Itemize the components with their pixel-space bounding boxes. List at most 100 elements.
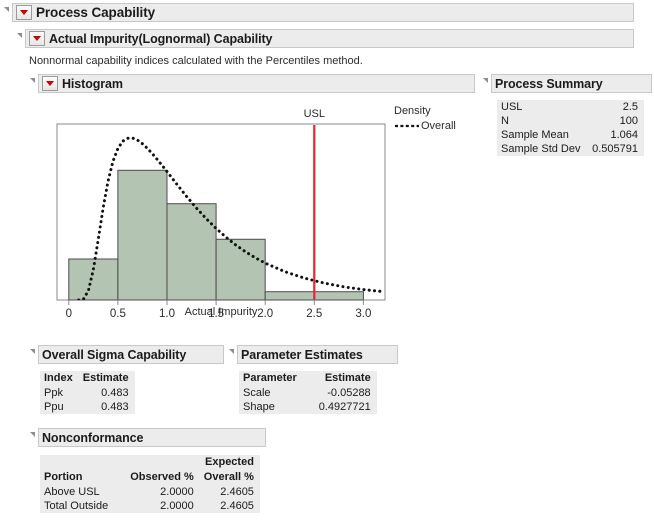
outline-row-histogram[interactable]: Histogram xyxy=(30,74,475,93)
parameter-estimates-title: Parameter Estimates xyxy=(241,347,363,362)
table-row: Scale -0.05288 xyxy=(239,386,377,400)
nonconformance-body: Above USL 2.0000 2.4605 Total Outside 2.… xyxy=(40,485,260,513)
legend-dotted-line-icon xyxy=(395,124,419,128)
legend-label: Overall xyxy=(421,120,456,132)
column-header-observed: Observed % xyxy=(114,470,200,485)
histogram-title: Histogram xyxy=(62,76,123,91)
nonconformance-header-bar[interactable]: Nonconformance xyxy=(38,428,266,447)
estimate-cell: 0.4927721 xyxy=(302,400,377,414)
parameter-cell: Shape xyxy=(239,400,303,414)
outline-row-actual-impurity[interactable]: Actual Impurity(Lognormal) Capability xyxy=(17,29,650,48)
column-header-estimate: Estimate xyxy=(78,371,135,386)
column-header-index: Index xyxy=(40,371,79,386)
legend-entry-overall: Overall xyxy=(394,120,456,132)
process-summary-value: 100 xyxy=(587,114,644,128)
column-header-expected: Expected xyxy=(199,455,260,470)
histogram-bar[interactable] xyxy=(264,291,315,301)
disclosure-triangle-icon[interactable] xyxy=(17,32,22,43)
nonconformance-title: Nonconformance xyxy=(42,430,144,445)
overall-sigma-body: Ppk 0.483 Ppu 0.483 xyxy=(40,386,135,414)
expected-overall-cell: 2.4605 xyxy=(199,485,260,499)
overall-sigma-title: Overall Sigma Capability xyxy=(42,347,187,362)
histogram-header-bar[interactable]: Histogram xyxy=(38,74,475,93)
nonconformance-head: Expected Portion Observed % Overall % xyxy=(40,455,260,485)
outline-row-process-summary[interactable]: Process Summary xyxy=(483,74,652,93)
column-header-portion: Portion xyxy=(40,470,115,485)
table-row: Shape 0.4927721 xyxy=(239,400,377,414)
red-triangle-menu-icon[interactable] xyxy=(16,5,32,20)
histogram-bar[interactable] xyxy=(313,291,364,301)
nonconformance-table: Expected Portion Observed % Overall % Ab… xyxy=(40,455,260,513)
estimate-cell: 0.483 xyxy=(78,386,135,400)
process-summary-value: 1.064 xyxy=(587,128,644,142)
red-triangle-menu-icon[interactable] xyxy=(29,31,45,46)
histogram-bar[interactable] xyxy=(68,258,119,301)
histogram-bar[interactable] xyxy=(166,203,217,301)
outline-row-process-capability[interactable]: Process Capability xyxy=(4,3,650,22)
overall-sigma-head: Index Estimate xyxy=(40,371,135,386)
outline-row-overall-sigma[interactable]: Overall Sigma Capability xyxy=(30,345,224,364)
column-header-spacer xyxy=(40,455,115,470)
process-summary-label: USL xyxy=(497,100,588,114)
histogram-bar[interactable] xyxy=(117,169,168,301)
actual-impurity-header-bar[interactable]: Actual Impurity(Lognormal) Capability xyxy=(25,29,634,48)
process-summary-label: Sample Mean xyxy=(497,128,588,142)
actual-impurity-title: Actual Impurity(Lognormal) Capability xyxy=(49,31,273,46)
table-header-row-top: Expected xyxy=(40,455,260,470)
parameter-estimates-header-bar[interactable]: Parameter Estimates xyxy=(237,345,398,364)
overall-sigma-header-bar[interactable]: Overall Sigma Capability xyxy=(38,345,224,364)
table-header-row: Portion Observed % Overall % xyxy=(40,470,260,485)
process-capability-header-bar[interactable]: Process Capability xyxy=(12,3,634,22)
table-header-row: Index Estimate xyxy=(40,371,135,386)
parameter-cell: Scale xyxy=(239,386,303,400)
x-axis-label: Actual Impurity xyxy=(184,306,258,318)
process-summary-value: 0.505791 xyxy=(587,142,644,156)
index-cell: Ppk xyxy=(40,386,79,400)
method-description: Nonnormal capability indices calculated … xyxy=(29,55,363,67)
estimate-cell: -0.05288 xyxy=(302,386,377,400)
histogram-chart[interactable]: USL 0 0.5 1.0 1.5 2.0 2.5 3.0 Actual Impurity … xyxy=(30,98,480,328)
parameter-estimates-table: Parameter Estimate Scale -0.05288 Shape … xyxy=(239,371,377,414)
column-header-estimate: Estimate xyxy=(302,371,377,386)
disclosure-triangle-icon[interactable] xyxy=(4,6,9,17)
disclosure-triangle-icon[interactable] xyxy=(30,77,35,88)
index-cell: Ppu xyxy=(40,400,79,414)
parameter-estimates-head: Parameter Estimate xyxy=(239,371,377,386)
outline-row-nonconformance[interactable]: Nonconformance xyxy=(30,428,266,447)
outline-row-parameter-estimates[interactable]: Parameter Estimates xyxy=(229,345,398,364)
table-row: Ppu 0.483 xyxy=(40,400,135,414)
process-summary-table: USL 2.5 N 100 Sample Mean 1.064 Sample S… xyxy=(497,100,644,156)
legend-title: Density xyxy=(394,105,431,117)
process-summary-label: N xyxy=(497,114,588,128)
page-title: Process Capability xyxy=(36,5,156,20)
estimate-cell: 0.483 xyxy=(78,400,135,414)
observed-cell: 2.0000 xyxy=(114,499,200,513)
observed-cell: 2.0000 xyxy=(114,485,200,499)
table-header-row: Parameter Estimate xyxy=(239,371,377,386)
expected-overall-cell: 2.4605 xyxy=(199,499,260,513)
column-header-parameter: Parameter xyxy=(239,371,303,386)
histogram-svg[interactable]: USL 0 0.5 1.0 1.5 2.0 2.5 3.0 xyxy=(30,98,480,328)
table-row: Sample Std Dev 0.505791 xyxy=(497,142,644,156)
table-row: N 100 xyxy=(497,114,644,128)
disclosure-triangle-icon[interactable] xyxy=(229,348,234,359)
usl-label: USL xyxy=(304,108,325,120)
process-summary-header-bar[interactable]: Process Summary xyxy=(491,74,652,93)
portion-cell: Above USL xyxy=(40,485,115,499)
table-row: USL 2.5 xyxy=(497,100,644,114)
disclosure-triangle-icon[interactable] xyxy=(30,348,35,359)
portion-cell: Total Outside xyxy=(40,499,115,513)
table-row: Sample Mean 1.064 xyxy=(497,128,644,142)
disclosure-triangle-icon[interactable] xyxy=(30,431,35,442)
chart-legend: Density Overall xyxy=(394,105,456,132)
column-header-overall: Overall % xyxy=(199,470,260,485)
process-summary-value: 2.5 xyxy=(587,100,644,114)
red-triangle-menu-icon[interactable] xyxy=(42,76,58,91)
column-header-spacer xyxy=(114,455,200,470)
parameter-estimates-body: Scale -0.05288 Shape 0.4927721 xyxy=(239,386,377,414)
table-row: Above USL 2.0000 2.4605 xyxy=(40,485,260,499)
process-summary-title: Process Summary xyxy=(495,76,603,91)
process-summary-label: Sample Std Dev xyxy=(497,142,588,156)
disclosure-triangle-icon[interactable] xyxy=(483,77,488,88)
overall-sigma-table: Index Estimate Ppk 0.483 Ppu 0.483 xyxy=(40,371,135,414)
